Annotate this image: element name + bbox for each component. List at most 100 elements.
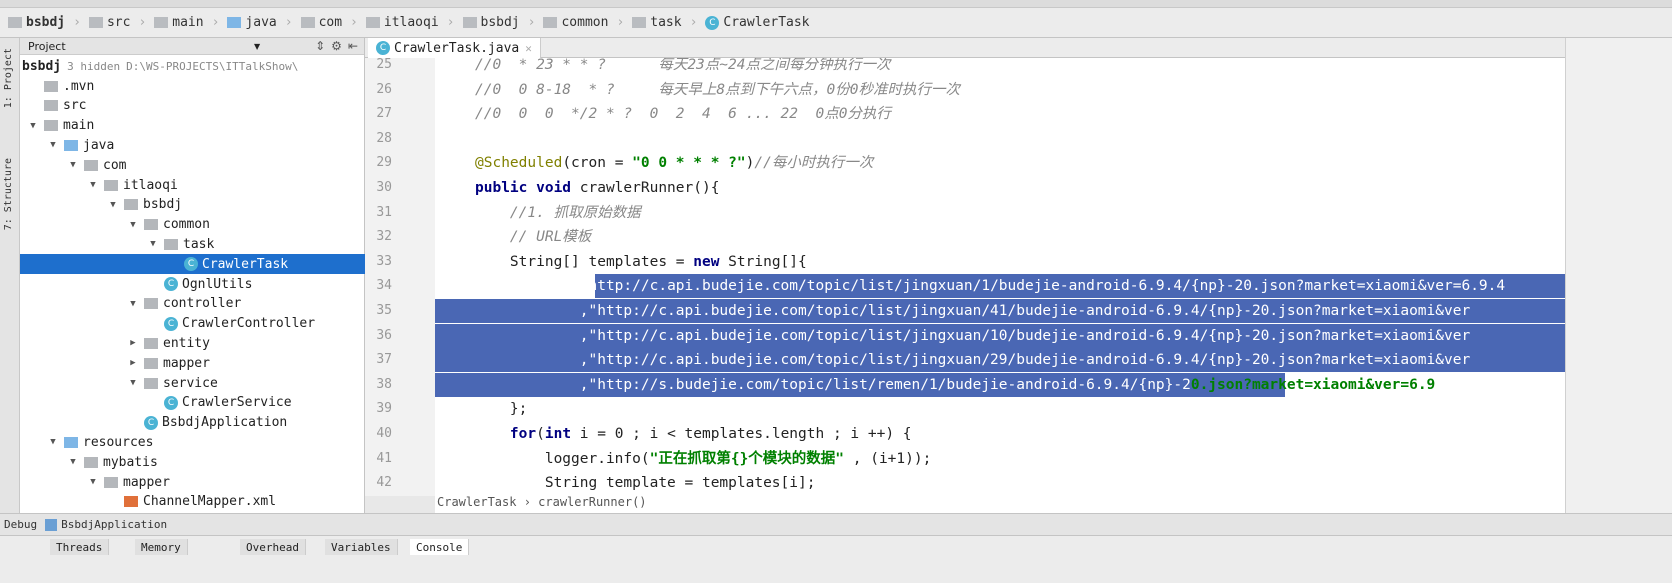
project-tool-button[interactable]: 1: Project [3, 48, 14, 108]
close-icon[interactable]: ✕ [525, 42, 532, 55]
tree-item-label: mybatis [103, 454, 158, 470]
chevron-right-icon[interactable]: ▶ [126, 358, 140, 368]
breadcrumb-item[interactable]: itlaoqi › [365, 15, 455, 30]
debug-tab-console[interactable]: Console [410, 539, 470, 555]
code-line[interactable]: String[] templates = new String[]{ [475, 250, 807, 274]
chevron-down-icon[interactable]: ▼ [126, 299, 140, 309]
debug-tab-overhead[interactable]: Overhead [240, 539, 306, 555]
chevron-down-icon[interactable]: ▼ [254, 42, 260, 51]
tree-root[interactable]: bsbdj 3 hidden D:\WS-PROJECTS\ITTalkShow\ [20, 56, 365, 76]
breadcrumb-item[interactable]: src › [88, 15, 146, 30]
chevron-down-icon[interactable]: ▼ [86, 180, 100, 190]
code-line[interactable]: ,"http://c.api.budejie.com/topic/list/ji… [475, 348, 1470, 372]
code-line[interactable]: //0 * 23 * * ? 每天23点~24点之间每分钟执行一次 [475, 58, 890, 77]
code-line[interactable]: ,"http://c.api.budejie.com/topic/list/ji… [475, 324, 1470, 348]
code-line[interactable]: logger.info("正在抓取第{}个模块的数据" , (i+1)); [475, 447, 932, 471]
tree-item[interactable]: C CrawlerTask [20, 254, 365, 275]
tree-item[interactable]: src [20, 96, 365, 116]
code-line[interactable]: }; [475, 397, 527, 421]
line-number: 32 [376, 229, 392, 245]
code-line[interactable]: public void crawlerRunner(){ [475, 176, 719, 200]
chevron-down-icon[interactable]: ▼ [66, 457, 80, 467]
tree-item[interactable]: ▶ mapper [20, 353, 365, 373]
breadcrumb-item[interactable]: task › [632, 15, 697, 30]
chevron-down-icon[interactable]: ▼ [106, 200, 120, 210]
code-line[interactable]: "http://c.api.budejie.com/topic/list/jin… [475, 274, 1505, 298]
tree-item[interactable]: ▼ java [20, 135, 365, 155]
breadcrumb-item[interactable]: common › [543, 15, 624, 30]
code-line[interactable]: for(int i = 0 ; i < templates.length ; i… [475, 422, 912, 446]
tree-item[interactable]: .mvn [20, 76, 365, 96]
chevron-down-icon[interactable]: ▼ [86, 477, 100, 487]
code-line[interactable]: // URL模板 [475, 225, 591, 249]
breadcrumb-item[interactable]: main › [154, 15, 219, 30]
folder-icon [144, 337, 158, 349]
tree-item[interactable]: ▼ main [20, 116, 365, 136]
folder-icon [8, 17, 22, 28]
breadcrumb-item[interactable]: com › [300, 15, 358, 30]
tab-label: CrawlerTask.java [394, 40, 520, 56]
class-icon: C [705, 15, 720, 30]
debug-tab-memory[interactable]: Memory [135, 539, 188, 555]
navigation-breadcrumb: bsbdj › src › main › java › com › itlaoqi › bsbdj › co… [0, 8, 1672, 38]
chevron-down-icon[interactable]: ▼ [26, 121, 40, 131]
tree-item[interactable]: ▼ service [20, 373, 365, 393]
line-number: 29 [376, 155, 392, 171]
gear-icon[interactable]: ⚙ [331, 39, 342, 53]
breadcrumb-label: CrawlerTask [723, 15, 810, 30]
tree-item[interactable]: C OgnlUtils [20, 274, 365, 294]
breadcrumb-label: task [650, 15, 682, 30]
code-line[interactable]: ,"http://s.budejie.com/topic/list/remen/… [475, 373, 1436, 397]
tree-item[interactable]: ▼ itlaoqi [20, 175, 365, 195]
structure-tool-button[interactable]: 7: Structure [3, 158, 14, 230]
folder-icon [44, 80, 58, 92]
breadcrumb-item[interactable]: java › [227, 15, 293, 30]
chevron-down-icon[interactable]: ▼ [46, 140, 60, 150]
debug-config-tab[interactable]: BsbdjApplication [61, 518, 167, 531]
tree-item[interactable]: ▼ bsbdj [20, 195, 365, 215]
class-icon: C [144, 415, 158, 430]
folder-icon [64, 436, 78, 448]
project-view-selector[interactable]: Project [28, 40, 66, 53]
tree-item[interactable]: ▼ controller [20, 294, 365, 314]
tree-item[interactable]: ▼ mybatis [20, 452, 365, 472]
chevron-down-icon[interactable]: ▼ [146, 239, 160, 249]
tree-item[interactable]: ▼ mapper [20, 472, 365, 492]
code-line[interactable]: ,"http://c.api.budejie.com/topic/list/ji… [475, 299, 1470, 323]
debug-tab-threads[interactable]: Threads [50, 539, 110, 555]
code-editor[interactable]: //0 * 23 * * ? 每天23点~24点之间每分钟执行一次//0 0 8… [435, 58, 1565, 496]
collapse-icon[interactable]: ⇕ [315, 39, 325, 53]
tree-item[interactable]: ▼ com [20, 155, 365, 175]
chevron-down-icon[interactable]: ▼ [126, 220, 140, 230]
tree-item[interactable]: ▼ resources [20, 432, 365, 452]
tree-item[interactable]: ChannelMapper.xml [20, 492, 365, 512]
tree-item[interactable]: ▶ entity [20, 333, 365, 353]
chevron-right-icon[interactable]: ▶ [126, 338, 140, 348]
tree-item-label: ChannelMapper.xml [143, 494, 277, 510]
chevron-down-icon[interactable]: ▼ [66, 160, 80, 170]
tree-item[interactable]: C CrawlerController [20, 314, 365, 334]
folder-icon [144, 298, 158, 310]
breadcrumb-item[interactable]: C CrawlerTask [705, 15, 810, 30]
debug-tab-variables[interactable]: Variables [325, 539, 398, 555]
breadcrumb-item[interactable]: bsbdj › [8, 15, 81, 30]
code-line[interactable]: @Scheduled(cron = "0 0 * * * ?")//每小时执行一… [475, 151, 873, 175]
tree-item[interactable]: ▼ task [20, 234, 365, 254]
tree-item[interactable]: ▼ common [20, 215, 365, 235]
hide-panel-icon[interactable]: ⇤ [348, 39, 358, 53]
code-breadcrumb[interactable]: CrawlerTask › crawlerRunner() [435, 491, 1565, 513]
tree-item-label: entity [163, 335, 210, 351]
breadcrumb-label: com [318, 15, 343, 30]
chevron-down-icon[interactable]: ▼ [46, 437, 60, 447]
tree-item[interactable]: C CrawlerService [20, 393, 365, 413]
chevron-down-icon[interactable]: ▼ [126, 378, 140, 388]
code-line[interactable]: //0 0 0 */2 * ? 0 2 4 6 ... 22 0点0分执行 [475, 102, 891, 126]
tab-crawlertask-java[interactable]: C CrawlerTask.java ✕ [368, 38, 541, 58]
code-line[interactable]: //1. 抓取原始数据 [475, 201, 641, 225]
tree-item-label: CrawlerTask [202, 256, 289, 272]
folder-icon [84, 456, 98, 468]
line-number: 37 [376, 352, 392, 368]
tree-item[interactable]: C BsbdjApplication [20, 413, 365, 433]
breadcrumb-item[interactable]: bsbdj › [462, 15, 535, 30]
code-line[interactable]: //0 0 8-18 * ? 每天早上8点到下午六点，0份0秒准时执行一次 [475, 78, 960, 102]
